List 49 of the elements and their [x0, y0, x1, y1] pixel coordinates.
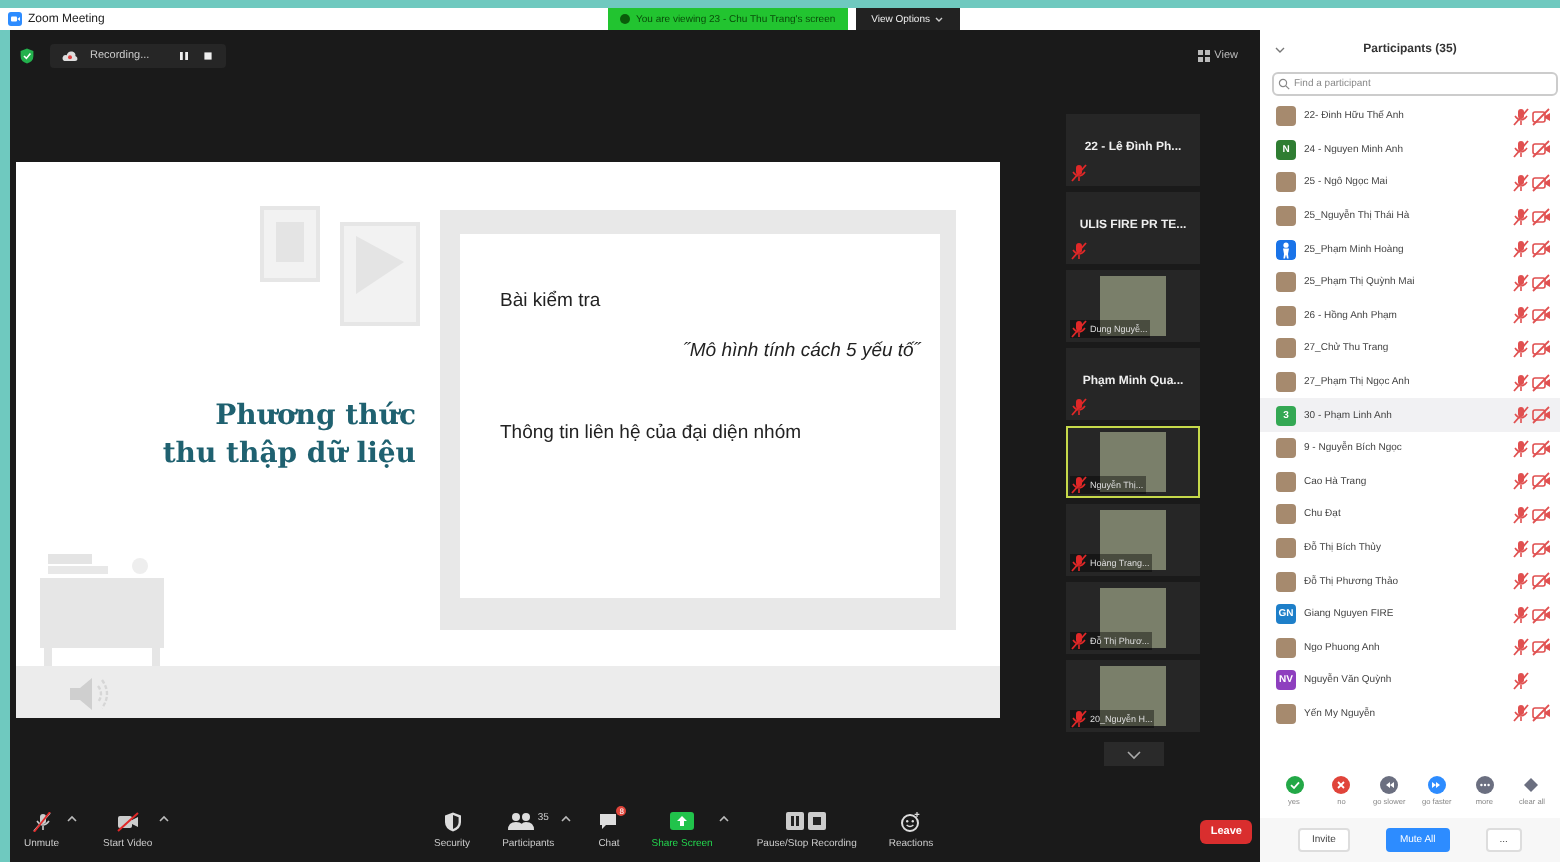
- status-dot-icon: [620, 14, 630, 24]
- smiley-icon: [900, 812, 921, 832]
- photo-placeholder: [1276, 703, 1296, 724]
- clear-reaction-icon: [1522, 776, 1541, 794]
- cloud-icon: [62, 49, 78, 61]
- grid-icon: [1198, 49, 1211, 61]
- no-reaction-icon: [1332, 776, 1351, 794]
- caret-up-icon[interactable]: [65, 814, 78, 824]
- slide-text: ˝Mô hình tính cách 5 yếu tố˝: [681, 340, 924, 362]
- photo-placeholder: [1276, 571, 1296, 592]
- photo-placeholder: [1276, 637, 1296, 658]
- share-screen-icon: [670, 812, 695, 830]
- search-icon: [1278, 78, 1290, 90]
- photo-placeholder: [1276, 272, 1296, 293]
- photo-placeholder: [1276, 305, 1296, 326]
- photo-placeholder: [1276, 471, 1296, 492]
- pause-icon[interactable]: [177, 49, 190, 61]
- faster-reaction-icon: [1427, 776, 1446, 794]
- caret-up-icon[interactable]: [718, 814, 731, 824]
- slide-text: Thông tin liên hệ của đại diện nhóm: [500, 422, 804, 444]
- scroll-down-button[interactable]: [1103, 742, 1163, 766]
- video-off-icon: [115, 812, 140, 832]
- caret-icon: [934, 15, 944, 23]
- photo-placeholder: [1276, 338, 1296, 359]
- photo-placeholder: [1100, 588, 1166, 648]
- pause-stop-icon: [786, 812, 827, 830]
- people-icon: [507, 812, 534, 830]
- shield-icon: [20, 47, 34, 63]
- caret-up-icon[interactable]: [158, 814, 171, 824]
- slower-reaction-icon: [1380, 776, 1399, 794]
- photo-placeholder: [1276, 438, 1296, 459]
- speaker-icon: [68, 674, 112, 714]
- more-reaction-icon: [1475, 776, 1494, 794]
- yes-reaction-icon: [1285, 776, 1303, 794]
- stop-icon[interactable]: [201, 49, 214, 61]
- photo-placeholder: [1276, 172, 1296, 193]
- photo-placeholder: [1276, 372, 1296, 393]
- chevron-down-icon: [1125, 749, 1141, 759]
- photo-placeholder: [1276, 504, 1296, 525]
- shield-icon: [443, 812, 462, 832]
- photo-placeholder: [1276, 206, 1296, 227]
- chat-icon: [598, 812, 619, 830]
- chevron-down-icon[interactable]: [1274, 46, 1286, 54]
- slide-title: Phương thức thu thập dữ liệu: [162, 398, 416, 474]
- caret-up-icon[interactable]: [560, 814, 573, 824]
- photo-placeholder: [1276, 106, 1296, 127]
- slide-text: Bài kiểm tra: [500, 290, 603, 312]
- photo-placeholder: [1276, 538, 1296, 559]
- mic-muted-icon: [31, 812, 52, 832]
